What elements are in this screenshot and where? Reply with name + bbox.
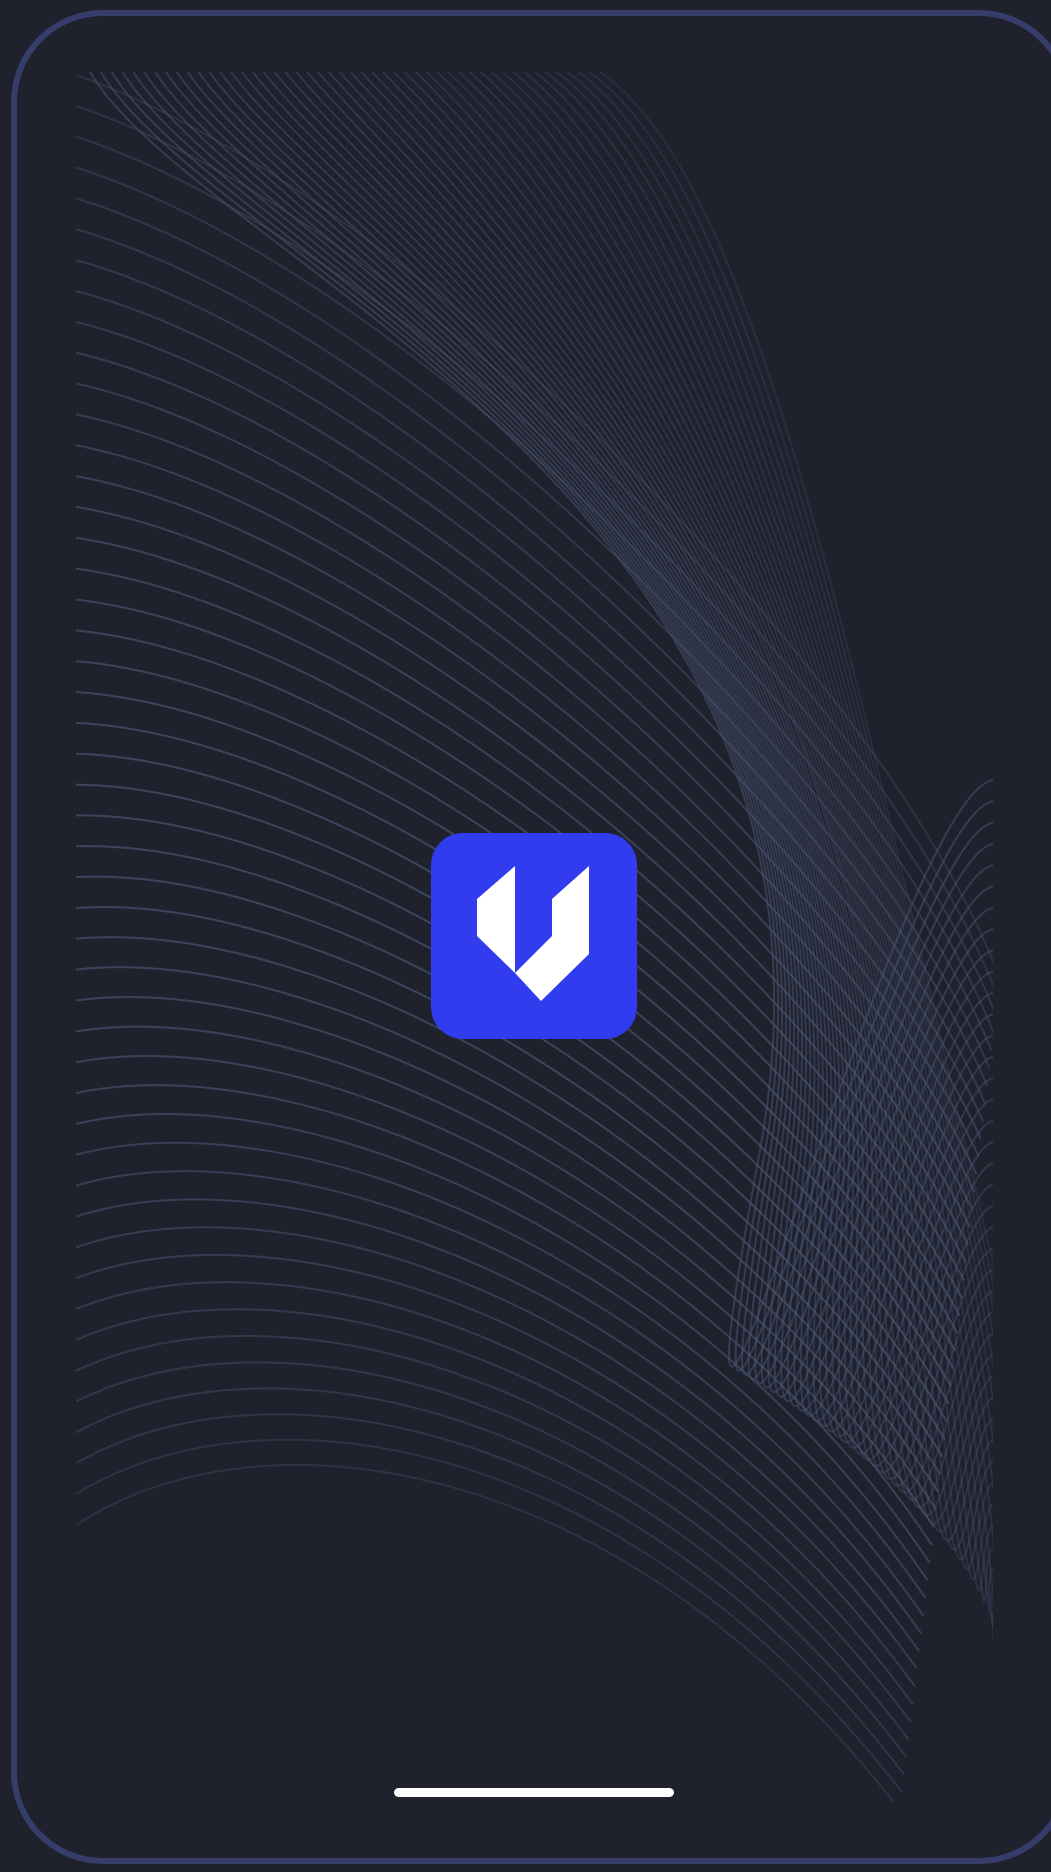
splash-screen — [0, 0, 1051, 1872]
pattern-line — [458, 72, 993, 1581]
pattern-line — [306, 72, 993, 1467]
pattern-line — [76, 1387, 908, 1758]
pattern-line — [436, 72, 993, 1561]
pattern-line — [382, 72, 993, 1517]
home-indicator[interactable] — [394, 1788, 674, 1797]
pattern-line — [76, 1464, 895, 1802]
pattern-line — [76, 1438, 903, 1793]
app-logo-icon — [431, 833, 637, 1039]
pattern-line — [186, 72, 993, 1408]
pattern-line — [132, 72, 993, 1385]
